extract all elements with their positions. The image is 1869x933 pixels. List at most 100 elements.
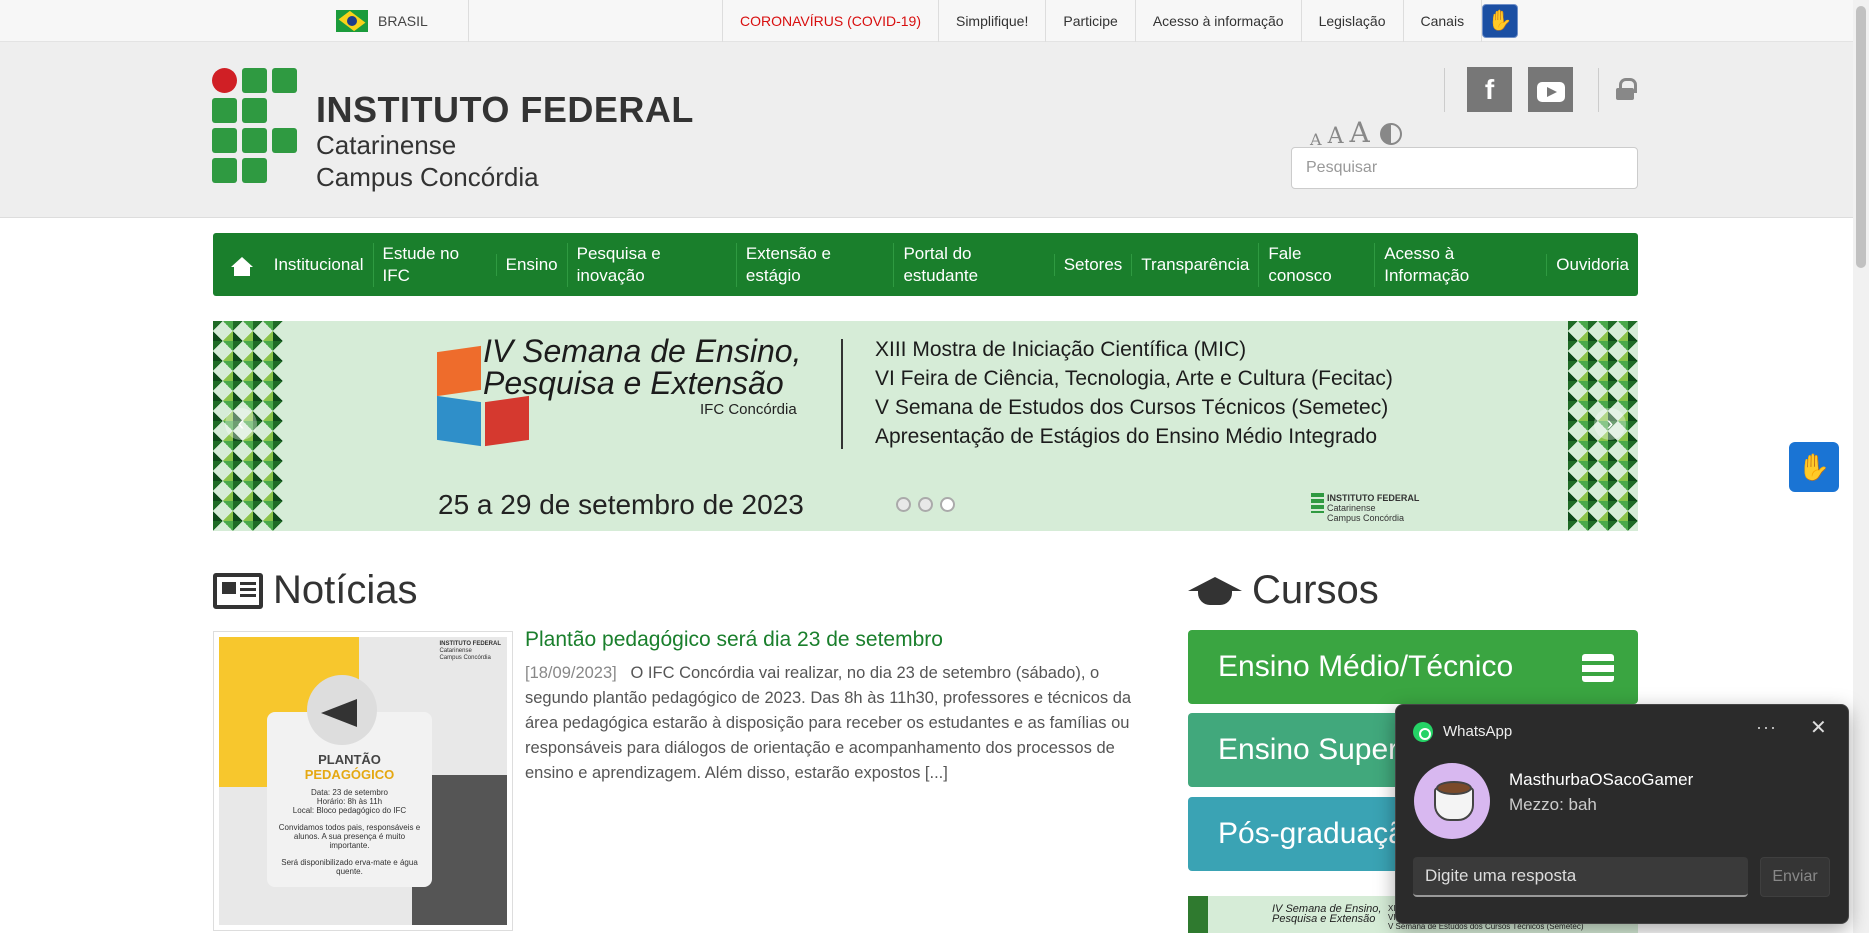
- news-heading: Notícias: [213, 568, 418, 613]
- main-nav: Institucional Estude no IFC Ensino Pesqu…: [213, 233, 1638, 296]
- thumb-logo-text: Campus Concórdia: [439, 655, 491, 661]
- courses-heading: Cursos: [1188, 568, 1379, 613]
- ifc-logo[interactable]: [212, 68, 304, 188]
- thumb-logo: INSTITUTO FEDERAL Catarinense Campus Con…: [439, 641, 501, 662]
- nav-fale-conosco[interactable]: Fale conosco: [1258, 242, 1374, 287]
- news-item-title[interactable]: Plantão pedagógico será dia 23 de setemb…: [525, 628, 943, 652]
- banner-event-line: Apresentação de Estágios do Ensino Médio…: [875, 425, 1378, 448]
- course-label: Pós-graduaçã: [1218, 817, 1405, 850]
- news-item-body: [18/09/2023] O IFC Concórdia vai realiza…: [525, 661, 1155, 786]
- simplifique-link[interactable]: Simplifique!: [937, 0, 1045, 42]
- nav-transparencia[interactable]: Transparência: [1131, 253, 1258, 276]
- newspaper-icon: [213, 572, 263, 609]
- thumb-text: Local: Bloco pedagógico do IFC: [292, 806, 407, 815]
- lock-icon[interactable]: [1616, 78, 1637, 100]
- scrollbar-thumb[interactable]: [1856, 6, 1866, 268]
- banner-title: IV Semana de Ensino, Pesquisa e Extensão: [483, 335, 801, 399]
- font-increase-button[interactable]: A: [1349, 116, 1369, 149]
- mini-banner-title: IV Semana de Ensino, Pesquisa e Extensão: [1272, 904, 1381, 925]
- country-link[interactable]: BRASIL: [336, 10, 428, 32]
- country-label: BRASIL: [378, 13, 428, 29]
- acesso-informacao-link[interactable]: Acesso à informação: [1134, 0, 1301, 42]
- avatar: [1414, 763, 1490, 839]
- brand-subtitle: Catarinense: [316, 130, 457, 160]
- banner-event-line: V Semana de Estudos dos Cursos Técnicos …: [875, 396, 1389, 419]
- libras-hands-icon[interactable]: ✋: [1482, 4, 1518, 38]
- brand-name: INSTITUTO FEDERAL: [316, 89, 694, 130]
- pattern-decoration: [1188, 896, 1208, 933]
- contrast-icon[interactable]: [1379, 123, 1402, 145]
- carousel-dot[interactable]: [918, 497, 933, 512]
- banner-subtitle: IFC Concórdia: [700, 401, 797, 418]
- nav-acesso-informacao[interactable]: Acesso à Informação: [1374, 242, 1546, 287]
- thumb-logo-text: INSTITUTO FEDERAL: [439, 641, 501, 647]
- thumb-title: PLANTÃO: [318, 752, 381, 767]
- participe-link[interactable]: Participe: [1045, 0, 1134, 42]
- nav-pesquisa-inovacao[interactable]: Pesquisa e inovação: [566, 242, 736, 287]
- banner-logo-text: Campus Concórdia: [1327, 513, 1405, 523]
- courses-title: Cursos: [1252, 568, 1379, 612]
- nav-estude-no-ifc[interactable]: Estude no IFC: [372, 242, 496, 287]
- gov-top-bar: BRASIL CORONAVÍRUS (COVID-19) Simplifiqu…: [0, 0, 1853, 42]
- carousel-indicators: [896, 497, 955, 512]
- notification-app-name: WhatsApp: [1443, 723, 1513, 740]
- banner-event-list: XIII Mostra de Iniciação Científica (MIC…: [875, 335, 1393, 451]
- gov-links: CORONAVÍRUS (COVID-19) Simplifique! Part…: [722, 0, 1483, 42]
- banner-title-line: IV Semana de Ensino,: [483, 333, 802, 369]
- font-default-button[interactable]: A: [1328, 124, 1344, 149]
- course-ensino-medio-button[interactable]: Ensino Médio/Técnico: [1188, 630, 1638, 704]
- close-icon[interactable]: ✕: [1810, 715, 1827, 740]
- whatsapp-notification[interactable]: WhatsApp ··· ✕ MasthurbaOSacoGamer Mezzo…: [1395, 704, 1849, 924]
- news-thumbnail[interactable]: INSTITUTO FEDERAL Catarinense Campus Con…: [213, 631, 513, 931]
- banner-title-line: Pesquisa e Extensão: [483, 365, 784, 401]
- course-label: Ensino Médio/Técnico: [1218, 650, 1514, 683]
- divider: [1598, 68, 1599, 112]
- carousel-prev-icon[interactable]: ‹: [225, 408, 257, 440]
- graduation-cap-icon: [1188, 573, 1242, 609]
- brand-campus: Campus Concórdia: [316, 162, 539, 192]
- notification-message: Mezzo: bah: [1509, 795, 1597, 814]
- nav-ensino[interactable]: Ensino: [495, 253, 567, 276]
- news-item-date: [18/09/2023]: [525, 664, 617, 682]
- banner-event-line: XIII Mostra de Iniciação Científica (MIC…: [875, 338, 1247, 361]
- thumb-title: PEDAGÓGICO: [304, 767, 395, 782]
- banner-event-line: VI Feira de Ciência, Tecnologia, Arte e …: [875, 367, 1393, 390]
- banner-date: 25 a 29 de setembro de 2023: [438, 489, 804, 520]
- more-options-icon[interactable]: ···: [1756, 717, 1777, 738]
- carousel-dot[interactable]: [940, 497, 955, 512]
- nav-extensao-estagio[interactable]: Extensão e estágio: [735, 242, 894, 287]
- thumb-text: Data: 23 de setembro: [311, 788, 388, 797]
- send-button[interactable]: Enviar: [1760, 857, 1830, 897]
- canais-link[interactable]: Canais: [1402, 0, 1483, 42]
- carousel-dot[interactable]: [896, 497, 911, 512]
- divider: [468, 0, 469, 42]
- thumb-text: Será disponibilizado erva-mate e água qu…: [281, 858, 418, 876]
- menu-icon: [1582, 654, 1614, 682]
- home-icon[interactable]: [213, 233, 265, 296]
- reply-input[interactable]: [1413, 857, 1748, 897]
- banner-ifc-logo: INSTITUTO FEDERAL Catarinense Campus Con…: [1310, 493, 1420, 523]
- hero-carousel[interactable]: IV Semana de Ensino, Pesquisa e Extensão…: [213, 321, 1638, 531]
- covid-link[interactable]: CORONAVÍRUS (COVID-19): [722, 0, 938, 42]
- nav-ouvidoria[interactable]: Ouvidoria: [1546, 253, 1638, 276]
- divider: [1444, 68, 1445, 112]
- page-scrollbar[interactable]: [1853, 0, 1869, 933]
- thumb-text: Convidamos todos pais, responsáveis e al…: [278, 823, 421, 850]
- nav-portal-estudante[interactable]: Portal do estudante: [893, 242, 1053, 287]
- thumb-text: Horário: 8h às 11h: [316, 797, 383, 806]
- vlibras-hands-icon[interactable]: ✋: [1789, 442, 1839, 492]
- nav-setores[interactable]: Setores: [1053, 253, 1132, 276]
- course-label: Ensino Superi: [1218, 733, 1405, 766]
- facebook-icon[interactable]: f: [1467, 67, 1512, 112]
- youtube-icon[interactable]: [1528, 67, 1573, 112]
- notification-sender: MasthurbaOSacoGamer: [1509, 770, 1694, 789]
- accessibility-controls: A A A: [1310, 116, 1402, 149]
- carousel-next-icon[interactable]: ›: [1594, 408, 1626, 440]
- nav-institucional[interactable]: Institucional: [265, 254, 373, 276]
- mini-banner-title-line: Pesquisa e Extensão: [1272, 913, 1376, 925]
- brazil-flag-icon: [336, 10, 368, 32]
- search-input[interactable]: [1291, 147, 1638, 189]
- whatsapp-icon: [1413, 722, 1433, 742]
- banner-logo-text: INSTITUTO FEDERAL: [1327, 493, 1420, 503]
- legislacao-link[interactable]: Legislação: [1300, 0, 1403, 42]
